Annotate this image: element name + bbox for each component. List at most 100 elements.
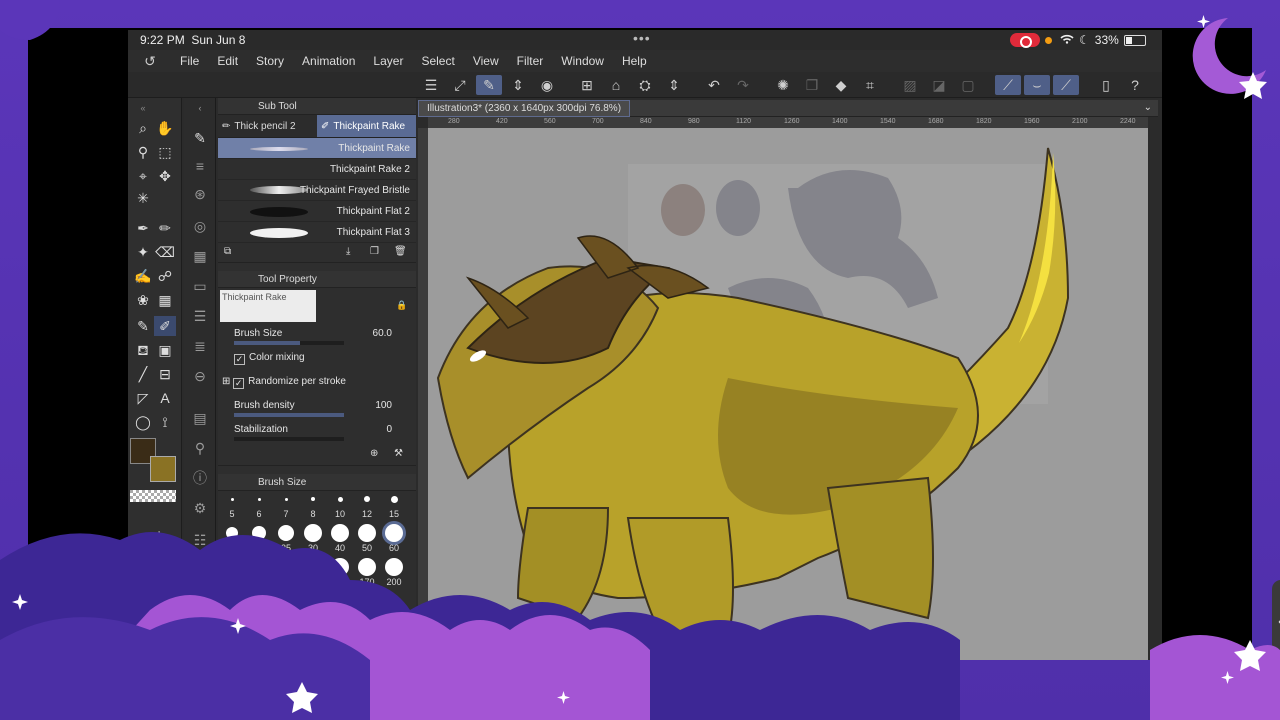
stabilization-row[interactable]: Stabilization 0 [218, 420, 416, 444]
device-icon[interactable]: ▯ [1093, 75, 1119, 95]
property-dock-icon[interactable]: ≡ [189, 156, 211, 176]
auto-select-tool-icon[interactable]: ✳ [132, 188, 154, 208]
layers-stack-icon[interactable]: ❏ [189, 560, 211, 580]
color-mixing-row[interactable]: ✓ Color mixing [218, 348, 416, 372]
brush-density-value[interactable]: 100 [375, 400, 392, 411]
brush-size-preset[interactable] [257, 497, 261, 501]
gradient-tool-icon[interactable]: ▣ [154, 340, 176, 360]
brush-size-dock-icon[interactable]: ⊖ [189, 366, 211, 386]
import-icon[interactable]: ⤓ [346, 246, 350, 257]
save-icon[interactable]: ⛭ [632, 75, 658, 95]
fill-bucket-tool-icon[interactable]: ⛾ [132, 340, 154, 360]
hand-tool-icon[interactable]: ✋ [154, 118, 176, 138]
balloon-tool-icon[interactable]: ◯ [132, 412, 154, 432]
brush-size-preset[interactable] [277, 558, 295, 576]
palette-icon[interactable]: ◉ [534, 75, 560, 95]
menu-filter[interactable]: Filter [509, 54, 554, 68]
undo-icon[interactable]: ↶ [701, 75, 727, 95]
help-icon[interactable]: ? [1122, 75, 1148, 95]
blend-tool-icon[interactable]: ☍ [154, 266, 176, 286]
info-dock-icon[interactable]: ⓘ [189, 468, 211, 488]
pencil-tool-icon[interactable]: ✏ [154, 218, 176, 238]
resize-icon[interactable]: ⤢ [447, 75, 473, 95]
invert-icon[interactable]: ◪ [926, 75, 952, 95]
menu-window[interactable]: Window [553, 54, 614, 68]
brush-size-row[interactable]: Brush Size 60.0 [218, 324, 416, 348]
brush-size-preset[interactable] [364, 496, 370, 502]
stabilization-slider[interactable] [234, 437, 344, 441]
brush-item-thickpaint-rake[interactable]: Thickpaint Rake [218, 138, 416, 159]
collapse-rail-icon[interactable]: ‹ [189, 98, 211, 118]
brush-size-preset[interactable] [385, 524, 403, 542]
snap-grid-icon[interactable]: ⟋ [1053, 75, 1079, 95]
selection-tool-icon[interactable]: ⬚ [154, 142, 176, 162]
quick-access-pen-icon[interactable]: ✎ [476, 75, 502, 95]
material-dock-icon[interactable]: ☰ [189, 306, 211, 326]
trash-icon[interactable]: 🗑 [394, 246, 407, 257]
operation-tool-icon[interactable]: ◸ [132, 388, 154, 408]
menu-view[interactable]: View [465, 54, 509, 68]
new-file-icon[interactable]: ⊞ [574, 75, 600, 95]
copy-layer-icon[interactable]: ❐ [799, 75, 825, 95]
color-set-dock-icon[interactable]: ◎ [189, 216, 211, 236]
search-dock-icon[interactable]: ⚲ [189, 438, 211, 458]
app-logo-icon[interactable]: ↺ [128, 53, 172, 70]
brush-size-value[interactable]: 60.0 [373, 328, 392, 339]
brush-item-flat-2[interactable]: Thickpaint Flat 2 [218, 201, 416, 222]
history-dock-icon[interactable]: ▦ [189, 246, 211, 266]
layer-dock-icon[interactable]: ▤ [189, 408, 211, 428]
brush-size-preset[interactable] [331, 524, 349, 542]
active-brush-tool-icon[interactable]: ✐ [154, 316, 176, 336]
crop-icon[interactable]: ⌗ [857, 75, 883, 95]
brush-size-preset[interactable] [250, 558, 268, 576]
brush-size-preset[interactable] [311, 497, 315, 501]
loading-icon[interactable]: ✺ [770, 75, 796, 95]
reset-icon[interactable]: ⊕ [370, 448, 378, 459]
menu-layer[interactable]: Layer [365, 54, 413, 68]
layer-prop-dock-icon[interactable]: ▭ [189, 276, 211, 296]
brush-size-preset[interactable] [223, 558, 241, 576]
eraser-tool-icon[interactable]: ⌫ [154, 242, 176, 262]
tab-thick-pencil-2[interactable]: ✏ Thick pencil 2 [218, 115, 317, 137]
brush-size-preset[interactable] [385, 558, 403, 576]
brush-size-preset[interactable] [337, 496, 343, 502]
transparent-color-swatch[interactable] [130, 490, 176, 502]
redo-icon[interactable]: ↷ [730, 75, 756, 95]
frame-tool-icon[interactable]: ⊟ [154, 364, 176, 384]
brush-size-preset[interactable] [304, 524, 322, 542]
clear-selection-icon[interactable]: ▨ [897, 75, 923, 95]
drawing-canvas[interactable] [428, 128, 1148, 660]
tab-illustration3[interactable]: Illustration3* (2360 x 1640px 300dpi 76.… [418, 100, 631, 117]
duplicate-icon[interactable]: ❐ [370, 246, 379, 257]
text-tool-icon[interactable]: A [154, 388, 176, 408]
tab-thickpaint-rake[interactable]: ✐ Thickpaint Rake [317, 115, 416, 137]
brush-item-thickpaint-rake-2[interactable]: Thickpaint Rake 2 [218, 159, 416, 180]
chevron-down-icon[interactable]: ⌄ [1144, 102, 1152, 113]
decoration-tool-icon[interactable]: ❀ [132, 290, 154, 310]
stack-dock-icon[interactable]: ☷ [189, 530, 211, 550]
collapse-left-icon[interactable]: « [132, 98, 154, 118]
open-folder-icon[interactable]: ⌂ [603, 75, 629, 95]
menu-file[interactable]: File [172, 54, 209, 68]
menu-help[interactable]: Help [614, 54, 657, 68]
lasso-tool-icon[interactable]: ⌖ [132, 166, 154, 186]
pen-tool-icon[interactable]: ✒ [132, 218, 154, 238]
snap-ruler-icon[interactable]: ⟋ [995, 75, 1021, 95]
brush-size-slider-icon[interactable]: ⫶ [148, 526, 170, 546]
randomize-checkbox[interactable]: ✓ [233, 378, 245, 389]
snap-special-ruler-icon[interactable]: ⌣ [1024, 75, 1050, 95]
menu-story[interactable]: Story [248, 54, 294, 68]
navigator-dock-icon[interactable]: ≣ [189, 336, 211, 356]
stabilization-value[interactable]: 0 [386, 424, 392, 435]
subtool-menu-icon[interactable]: ⧉ [224, 246, 231, 257]
color-wheel-dock-icon[interactable]: ⊛ [189, 184, 211, 204]
gear-dock-icon[interactable]: ⚙ [189, 498, 211, 518]
save-options-icon[interactable]: ⇕ [661, 75, 687, 95]
brush-size-preset[interactable] [278, 525, 294, 541]
hamburger-menu-icon[interactable]: ☰ [418, 75, 444, 95]
menu-select[interactable]: Select [413, 54, 464, 68]
lock-icon[interactable]: 🔒 [396, 300, 407, 311]
brush-size-preset[interactable] [331, 558, 349, 576]
brush-size-preset[interactable] [358, 558, 376, 576]
brush-size-slider[interactable] [234, 341, 344, 345]
